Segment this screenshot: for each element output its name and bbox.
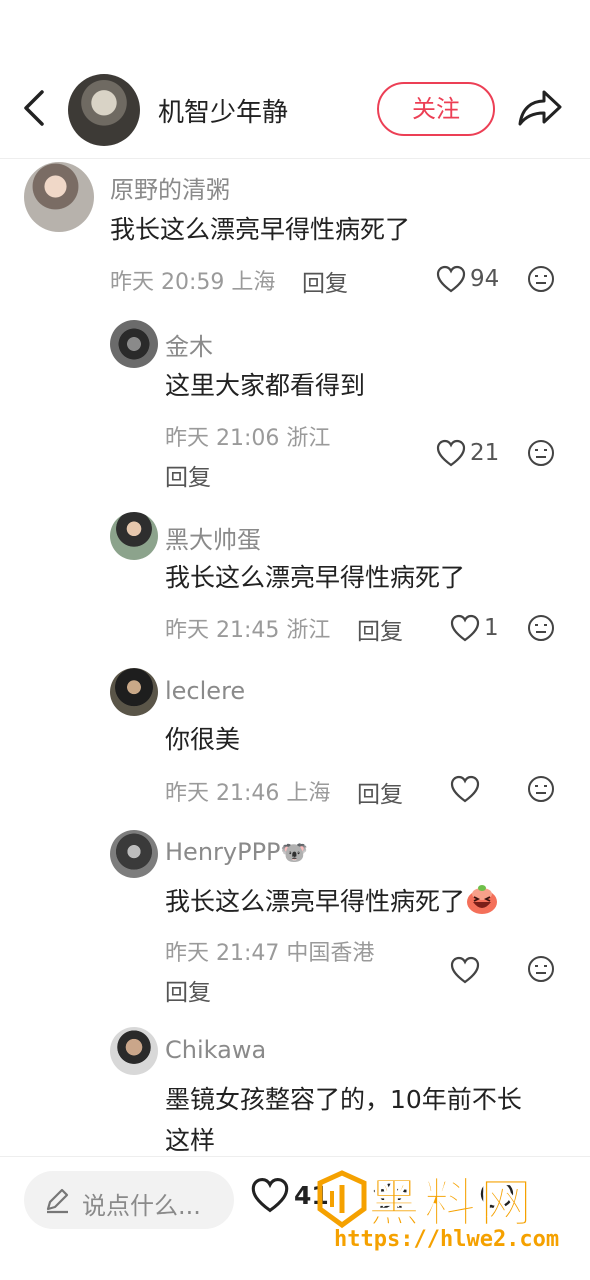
reply-username[interactable]: 黑大帅蛋: [165, 520, 261, 555]
watermark-logo-text: 黑料网: [367, 1174, 537, 1235]
meh-face-icon: [528, 776, 554, 802]
reply-button[interactable]: 回复: [165, 973, 211, 1007]
koala-emoji: 🐨: [280, 841, 308, 866]
meh-face-icon: [528, 266, 554, 292]
header: 机智少年静 关注: [0, 70, 590, 150]
author-avatar[interactable]: [68, 74, 140, 146]
dislike-button[interactable]: [526, 613, 556, 643]
heart-icon: [436, 439, 466, 467]
reply-text-line2: 这样: [165, 1126, 216, 1155]
reply-text: 你很美: [165, 725, 241, 754]
avatar[interactable]: [110, 512, 158, 560]
back-button[interactable]: [18, 88, 52, 128]
reply-username[interactable]: 金木: [165, 327, 213, 362]
reply-meta: 昨天 21:45 浙江: [165, 618, 331, 643]
watermark: 黑料网 https://hlwe2.com: [316, 1165, 578, 1265]
like-count: 1: [484, 615, 499, 641]
avatar[interactable]: [110, 830, 158, 878]
dislike-button[interactable]: [526, 438, 556, 468]
comment-input-placeholder: 说点什么...: [82, 1192, 201, 1220]
reply-text: 我长这么漂亮早得性病死了: [165, 563, 466, 592]
reply-meta: 昨天 21:47 中国香港: [165, 941, 375, 966]
like-count: 94: [470, 266, 500, 292]
reply-username[interactable]: Chikawa: [165, 1036, 266, 1064]
meh-face-icon: [528, 615, 554, 641]
reply-button[interactable]: 回复: [165, 458, 211, 492]
like-button[interactable]: 21: [436, 436, 499, 470]
reply-button[interactable]: 回复: [357, 775, 403, 809]
avatar[interactable]: [110, 668, 158, 716]
avatar[interactable]: [110, 1027, 158, 1075]
like-count: 21: [470, 440, 500, 466]
comment-username[interactable]: 原野的清粥: [110, 170, 230, 205]
reply-button[interactable]: 回复: [357, 612, 403, 646]
comment-meta: 昨天 20:59 上海: [110, 270, 276, 295]
reply-text-line1: 墨镜女孩整容了的，10年前不长: [165, 1085, 522, 1114]
laughing-emoji-icon: [467, 885, 498, 914]
reply-username-text: HenryPPP: [165, 838, 281, 866]
heart-icon: [251, 1178, 289, 1213]
chevron-left-icon: [24, 90, 44, 126]
pencil-icon: [46, 1188, 69, 1214]
watermark-url: https://hlwe2.com: [334, 1227, 560, 1252]
reply-text-content: 我长这么漂亮早得性病死了: [165, 887, 466, 916]
meh-face-icon: [528, 440, 554, 466]
reply-meta: 昨天 21:46 上海: [165, 781, 331, 806]
like-button[interactable]: 1: [450, 611, 499, 645]
author-name[interactable]: 机智少年静: [158, 92, 288, 129]
like-button[interactable]: [450, 772, 484, 806]
follow-button[interactable]: 关注: [377, 82, 495, 136]
watermark-logo-icon: [317, 1170, 367, 1229]
reply-button[interactable]: 回复: [302, 264, 348, 298]
reply-meta: 昨天 21:06 浙江: [165, 426, 331, 451]
meh-face-icon: [528, 956, 554, 982]
reply-username[interactable]: leclere: [165, 677, 245, 705]
comment-text: 我长这么漂亮早得性病死了: [110, 215, 411, 244]
reply-username[interactable]: HenryPPP🐨: [165, 838, 308, 866]
share-icon: [518, 90, 562, 126]
like-button[interactable]: [450, 953, 484, 987]
heart-icon: [450, 956, 480, 984]
comment-input[interactable]: 说点什么...: [24, 1171, 234, 1229]
dislike-button[interactable]: [526, 264, 556, 294]
reply-text: 这里大家都看得到: [165, 371, 366, 400]
header-divider: [0, 158, 590, 159]
dislike-button[interactable]: [526, 954, 556, 984]
avatar[interactable]: [110, 320, 158, 368]
heart-icon: [450, 775, 480, 803]
share-button[interactable]: [514, 86, 564, 130]
dislike-button[interactable]: [526, 774, 556, 804]
reply-text: 我长这么漂亮早得性病死了: [165, 882, 499, 922]
avatar[interactable]: [24, 162, 94, 232]
like-button[interactable]: 94: [436, 262, 499, 296]
heart-icon: [450, 614, 480, 642]
heart-icon: [436, 265, 466, 293]
